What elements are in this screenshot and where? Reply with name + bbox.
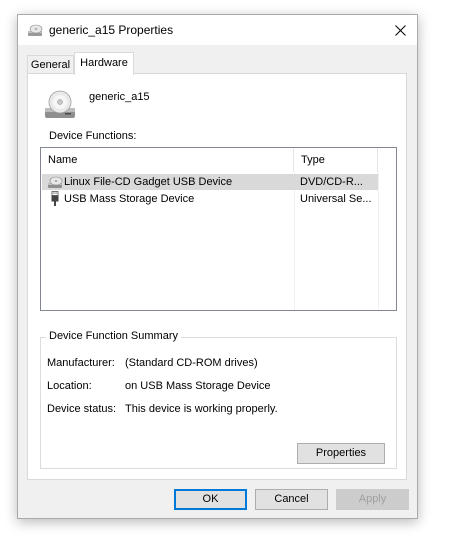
manufacturer-value: (Standard CD-ROM drives) xyxy=(125,357,258,369)
cd-drive-icon xyxy=(45,90,75,118)
cd-drive-icon xyxy=(28,24,43,36)
ok-button[interactable]: OK xyxy=(174,489,247,510)
cancel-button[interactable]: Cancel xyxy=(255,489,328,510)
row-type: DVD/CD-R... xyxy=(300,176,363,188)
list-item[interactable]: USB Mass Storage Device Universal Se... xyxy=(42,191,378,207)
device-status-label: Device status: xyxy=(47,403,117,415)
window-title: generic_a15 Properties xyxy=(49,23,174,37)
hardware-tab-panel: generic_a15 Device Functions: Name Type … xyxy=(27,73,407,480)
close-button[interactable] xyxy=(383,15,417,45)
row-type: Universal Se... xyxy=(300,193,372,205)
properties-button[interactable]: Properties xyxy=(297,443,385,464)
summary-title: Device Function Summary xyxy=(46,330,181,342)
usb-icon xyxy=(51,191,59,206)
row-name: USB Mass Storage Device xyxy=(64,193,195,205)
apply-button[interactable]: Apply xyxy=(336,489,409,510)
column-divider xyxy=(378,172,379,310)
tab-general[interactable]: General xyxy=(27,55,74,73)
column-header-type[interactable]: Type xyxy=(294,148,378,172)
close-icon xyxy=(394,24,406,36)
tab-hardware[interactable]: Hardware xyxy=(74,52,134,75)
device-name: generic_a15 xyxy=(89,91,150,103)
list-item[interactable]: Linux File-CD Gadget USB Device DVD/CD-R… xyxy=(42,174,378,190)
list-header: Name Type xyxy=(41,148,396,173)
device-functions-list[interactable]: Name Type Linux File-CD Gadget USB Devic… xyxy=(40,147,397,311)
title-bar[interactable]: generic_a15 Properties xyxy=(18,15,417,45)
row-name: Linux File-CD Gadget USB Device xyxy=(64,176,233,188)
device-status-value: This device is working properly. xyxy=(125,403,278,415)
manufacturer-label: Manufacturer: xyxy=(47,357,115,369)
device-function-summary: Device Function Summary Manufacturer: (S… xyxy=(40,330,397,469)
column-header-name[interactable]: Name xyxy=(41,148,294,172)
properties-dialog: generic_a15 Properties General Hardware … xyxy=(17,14,418,519)
location-value: on USB Mass Storage Device xyxy=(125,380,271,392)
device-functions-label: Device Functions: xyxy=(49,130,137,142)
location-label: Location: xyxy=(47,380,92,392)
cd-drive-icon xyxy=(48,176,63,188)
